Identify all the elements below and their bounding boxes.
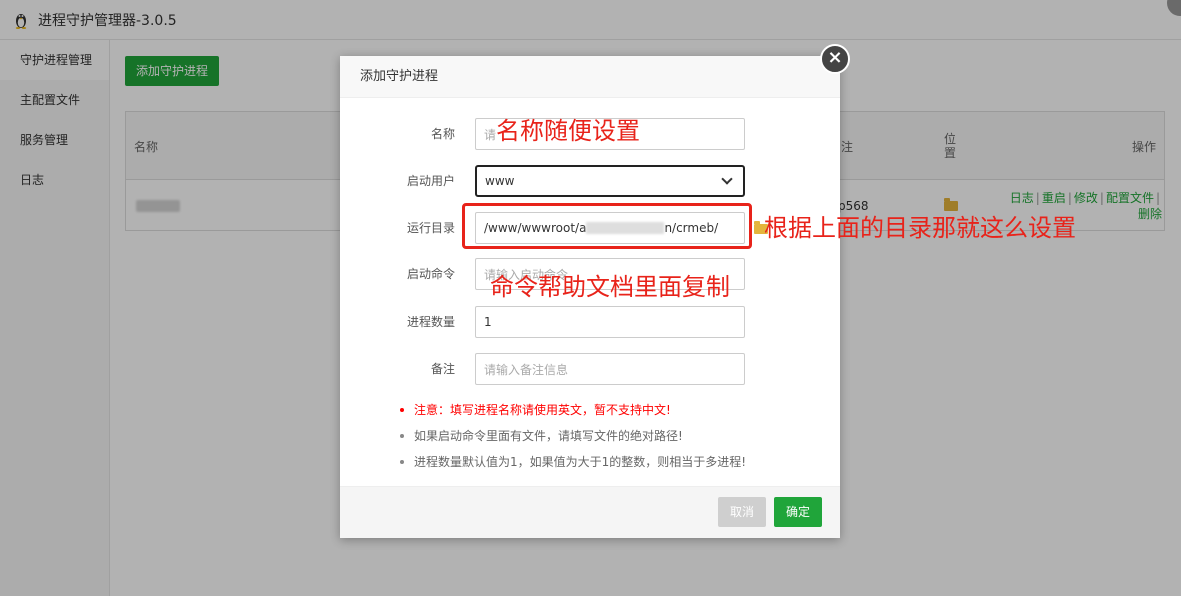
count-input[interactable]: 1 bbox=[475, 306, 745, 338]
name-label: 名称 bbox=[430, 127, 455, 141]
note-item: 如果启动命令里面有文件，请填写文件的绝对路径! bbox=[400, 428, 820, 444]
dir-label: 运行目录 bbox=[406, 221, 455, 235]
remark-label: 备注 bbox=[430, 362, 455, 376]
user-select-value: www bbox=[485, 174, 515, 188]
chevron-down-icon bbox=[721, 173, 733, 185]
count-row: 进程数量 1 bbox=[340, 306, 840, 338]
annotation-dir-hint: 根据上面的目录那就这么设置 bbox=[764, 214, 1076, 242]
user-select[interactable]: www bbox=[475, 165, 745, 197]
annotation-name-hint: 名称随便设置 bbox=[496, 117, 640, 145]
dialog-title: 添加守护进程 bbox=[340, 56, 840, 98]
count-label: 进程数量 bbox=[406, 315, 455, 329]
note-warning: 注意：填写进程名称请使用英文，暂不支持中文! bbox=[400, 402, 820, 418]
user-label: 启动用户 bbox=[406, 174, 455, 188]
annotation-command-hint: 命令帮助文档里面复制 bbox=[490, 273, 730, 301]
remark-input[interactable]: 请输入备注信息 bbox=[475, 353, 745, 385]
remark-row: 备注 请输入备注信息 bbox=[340, 353, 840, 385]
dialog-footer: 取消 确定 bbox=[340, 486, 840, 538]
user-row: 启动用户 www bbox=[340, 165, 840, 197]
help-notes: 注意：填写进程名称请使用英文，暂不支持中文! 如果启动命令里面有文件，请填写文件… bbox=[400, 402, 820, 480]
annotation-highlight-box bbox=[462, 203, 752, 249]
command-label: 启动命令 bbox=[406, 267, 455, 281]
cancel-button[interactable]: 取消 bbox=[718, 497, 766, 527]
note-item: 进程数量默认值为1，如果值为大于1的整数，则相当于多进程! bbox=[400, 454, 820, 470]
close-icon[interactable]: × bbox=[820, 44, 850, 74]
confirm-button[interactable]: 确定 bbox=[774, 497, 822, 527]
